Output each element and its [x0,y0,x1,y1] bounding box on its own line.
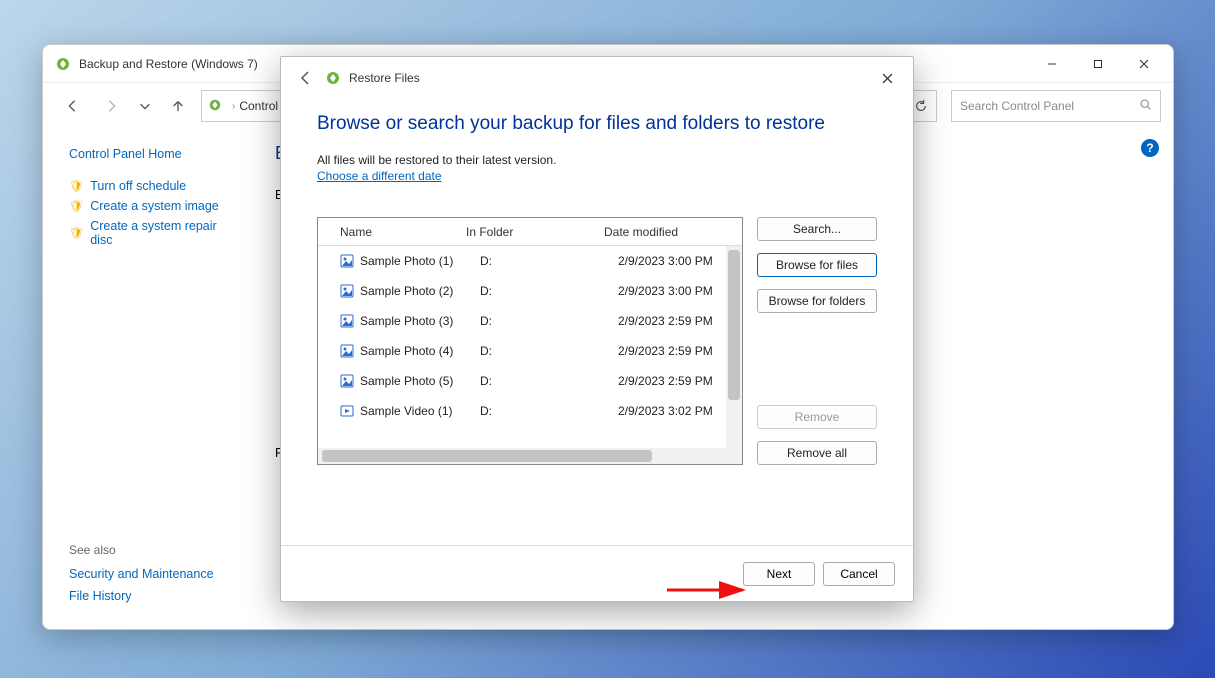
wizard-titlebar: Restore Files [281,57,913,99]
file-name: Sample Photo (5) [360,374,480,388]
file-folder: D: [480,254,618,268]
file-name: Sample Photo (2) [360,284,480,298]
shield-icon: 🛡 [69,179,84,193]
file-folder: D: [480,374,618,388]
wizard-title: Restore Files [349,71,867,85]
see-also-header: See also [69,543,241,557]
table-row[interactable]: Sample Video (1)D:2/9/2023 3:02 PM [318,396,742,426]
wizard-side-buttons: Search... Browse for files Browse for fo… [757,217,877,465]
file-date: 2/9/2023 2:59 PM [618,344,742,358]
file-date: 2/9/2023 3:00 PM [618,254,742,268]
cp-sidebar: Control Panel Home 🛡 Turn off schedule 🛡… [43,129,251,629]
file-name: Sample Photo (1) [360,254,480,268]
recent-locations-button[interactable] [135,89,155,123]
browse-for-files-button[interactable]: Browse for files [757,253,877,277]
choose-different-date-link[interactable]: Choose a different date [317,169,877,183]
wizard-back-button[interactable] [291,64,319,92]
image-file-icon [340,344,354,358]
table-row[interactable]: Sample Photo (5)D:2/9/2023 2:59 PM [318,366,742,396]
sidebar-item-turn-off-schedule[interactable]: Turn off schedule [90,179,186,193]
table-row[interactable]: Sample Photo (3)D:2/9/2023 2:59 PM [318,306,742,336]
sidebar-item-create-system-image[interactable]: Create a system image [90,199,219,213]
sidebar-item-create-repair-disc[interactable]: Create a system repair disc [90,219,241,247]
file-name: Sample Photo (3) [360,314,480,328]
restore-files-wizard: Restore Files Browse or search your back… [280,56,914,602]
column-date-modified[interactable]: Date modified [604,225,742,239]
file-list-rows: Sample Photo (1)D:2/9/2023 3:00 PMSample… [318,246,742,448]
file-name: Sample Video (1) [360,404,480,418]
file-date: 2/9/2023 3:02 PM [618,404,742,418]
column-name[interactable]: Name [340,225,466,239]
table-row[interactable]: Sample Photo (2)D:2/9/2023 3:00 PM [318,276,742,306]
shield-icon: 🛡 [69,226,84,240]
wizard-description: All files will be restored to their late… [317,153,877,167]
restore-files-icon [325,70,341,86]
column-in-folder[interactable]: In Folder [466,225,604,239]
file-list-header: Name In Folder Date modified [318,218,742,246]
breadcrumb-root-icon [208,98,222,115]
table-row[interactable]: Sample Photo (4)D:2/9/2023 2:59 PM [318,336,742,366]
file-folder: D: [480,314,618,328]
file-list[interactable]: Name In Folder Date modified Sample Phot… [317,217,743,465]
file-folder: D: [480,404,618,418]
remove-all-button[interactable]: Remove all [757,441,877,465]
video-file-icon [340,404,354,418]
horizontal-scrollbar[interactable] [318,448,742,464]
shield-icon: 🛡 [69,199,84,213]
file-folder: D: [480,344,618,358]
nav-up-button[interactable] [161,89,195,123]
scrollbar-thumb[interactable] [322,450,652,462]
vertical-scrollbar[interactable] [726,246,742,448]
file-date: 2/9/2023 3:00 PM [618,284,742,298]
control-panel-home-link[interactable]: Control Panel Home [69,147,241,161]
remove-button: Remove [757,405,877,429]
image-file-icon [340,374,354,388]
chevron-right-icon: › [232,101,235,112]
file-folder: D: [480,284,618,298]
search-placeholder: Search Control Panel [960,99,1074,113]
image-file-icon [340,314,354,328]
see-also-file-history[interactable]: File History [69,589,241,603]
nav-forward-button[interactable] [95,89,129,123]
minimize-button[interactable] [1029,49,1075,79]
file-name: Sample Photo (4) [360,344,480,358]
help-icon[interactable]: ? [1141,139,1159,157]
wizard-close-button[interactable] [867,62,907,94]
next-button[interactable]: Next [743,562,815,586]
image-file-icon [340,284,354,298]
search-button[interactable]: Search... [757,217,877,241]
file-date: 2/9/2023 2:59 PM [618,374,742,388]
scrollbar-thumb[interactable] [728,250,740,400]
cancel-button[interactable]: Cancel [823,562,895,586]
browse-for-folders-button[interactable]: Browse for folders [757,289,877,313]
wizard-heading: Browse or search your backup for files a… [317,113,877,135]
close-button[interactable] [1121,49,1167,79]
search-input[interactable]: Search Control Panel [951,90,1161,122]
see-also-security[interactable]: Security and Maintenance [69,567,241,581]
maximize-button[interactable] [1075,49,1121,79]
wizard-footer: Next Cancel [281,545,913,601]
file-date: 2/9/2023 2:59 PM [618,314,742,328]
table-row[interactable]: Sample Photo (1)D:2/9/2023 3:00 PM [318,246,742,276]
nav-back-button[interactable] [55,89,89,123]
image-file-icon [340,254,354,268]
search-icon [1139,98,1152,114]
backup-restore-icon [55,56,71,72]
